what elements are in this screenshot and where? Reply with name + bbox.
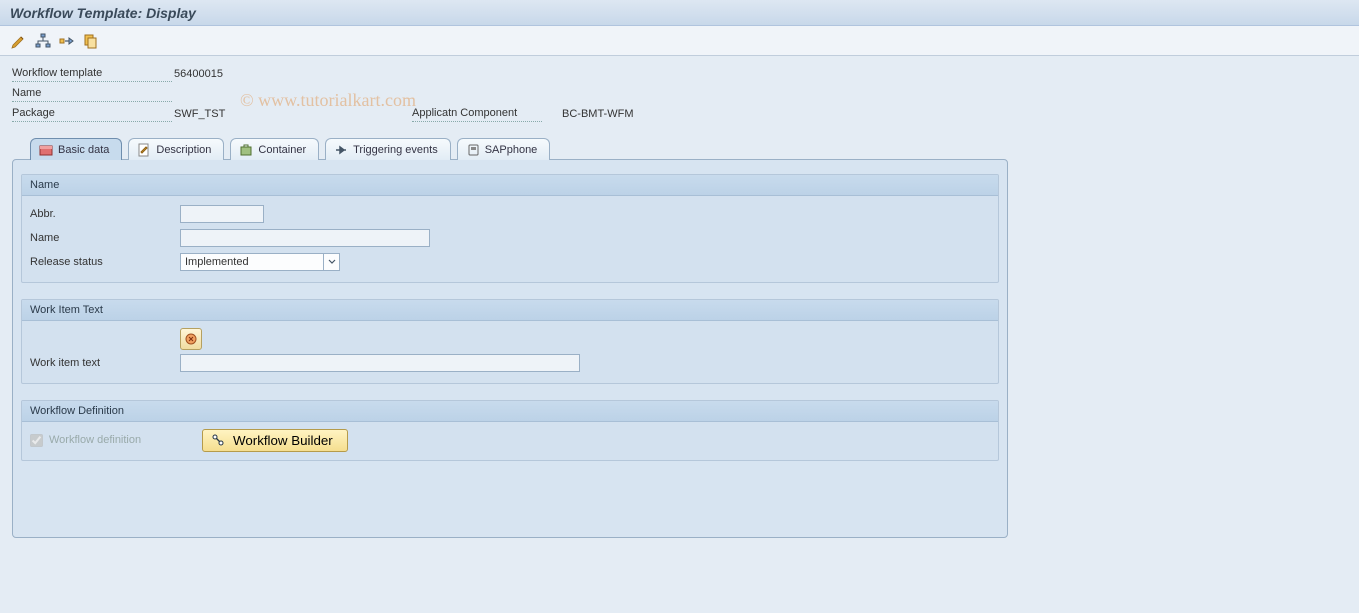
tab-container[interactable]: Container bbox=[230, 138, 319, 160]
workflow-definition-checkbox-wrap[interactable]: Workflow definition bbox=[30, 434, 190, 447]
abbr-input[interactable] bbox=[180, 205, 264, 223]
tab-label: Triggering events bbox=[353, 144, 438, 156]
events-icon bbox=[334, 143, 348, 157]
tab-triggering-events[interactable]: Triggering events bbox=[325, 138, 451, 160]
group-workitem-title: Work Item Text bbox=[22, 300, 998, 321]
application-toolbar bbox=[0, 26, 1359, 56]
container-icon bbox=[239, 143, 253, 157]
sapphone-icon bbox=[466, 143, 480, 157]
workflow-builder-label: Workflow Builder bbox=[233, 433, 333, 448]
group-name: Name Abbr. Name Release status Implement… bbox=[21, 174, 999, 283]
workflow-definition-checkbox-label: Workflow definition bbox=[49, 434, 141, 446]
release-status-dropdown[interactable]: Implemented bbox=[180, 253, 340, 271]
header-name-label: Name bbox=[12, 86, 172, 102]
workflow-builder-button[interactable]: Workflow Builder bbox=[202, 429, 348, 452]
insert-variable-button[interactable] bbox=[180, 328, 202, 350]
toggle-display-change-icon[interactable] bbox=[10, 32, 28, 50]
tab-label: Description bbox=[156, 144, 211, 156]
package-label: Package bbox=[12, 106, 172, 122]
tab-strip: Basic data Description Container Trigger… bbox=[0, 138, 1359, 160]
copy-icon[interactable] bbox=[82, 32, 100, 50]
basic-data-icon bbox=[39, 143, 53, 157]
chevron-down-icon bbox=[323, 254, 339, 270]
abbr-label: Abbr. bbox=[30, 208, 180, 220]
tab-panel-basic-data: Name Abbr. Name Release status Implement… bbox=[12, 159, 1008, 538]
workflow-template-label: Workflow template bbox=[12, 66, 172, 82]
group-workflow-definition: Workflow Definition Workflow definition … bbox=[21, 400, 999, 461]
app-component-label: Applicatn Component bbox=[412, 106, 542, 122]
name-input[interactable] bbox=[180, 229, 430, 247]
app-component-value: BC-BMT-WFM bbox=[542, 108, 633, 120]
tab-sapphone[interactable]: SAPphone bbox=[457, 138, 551, 160]
hierarchy-icon[interactable] bbox=[34, 32, 52, 50]
package-value: SWF_TST bbox=[172, 108, 372, 120]
description-icon bbox=[137, 143, 151, 157]
name-label: Name bbox=[30, 232, 180, 244]
workflow-template-value: 56400015 bbox=[172, 68, 372, 80]
main-content-scroll[interactable]: © www.tutorialkart.com Workflow template… bbox=[0, 56, 1359, 613]
where-used-icon[interactable] bbox=[58, 32, 76, 50]
tab-label: Container bbox=[258, 144, 306, 156]
tab-basic-data[interactable]: Basic data bbox=[30, 138, 122, 160]
workflow-builder-icon bbox=[211, 433, 225, 447]
tab-description[interactable]: Description bbox=[128, 138, 224, 160]
release-status-value: Implemented bbox=[185, 256, 249, 268]
tab-label: SAPphone bbox=[485, 144, 538, 156]
title-bar: Workflow Template: Display bbox=[0, 0, 1359, 26]
group-name-title: Name bbox=[22, 175, 998, 196]
group-work-item-text: Work Item Text Work item text bbox=[21, 299, 999, 384]
group-wfdef-title: Workflow Definition bbox=[22, 401, 998, 422]
workflow-definition-checkbox[interactable] bbox=[30, 434, 43, 447]
tab-label: Basic data bbox=[58, 144, 109, 156]
header-fields: Workflow template 56400015 Name Package … bbox=[0, 56, 1359, 138]
work-item-text-label: Work item text bbox=[30, 357, 180, 369]
work-item-text-input[interactable] bbox=[180, 354, 580, 372]
release-status-label: Release status bbox=[30, 256, 180, 268]
page-title: Workflow Template: Display bbox=[10, 5, 196, 21]
